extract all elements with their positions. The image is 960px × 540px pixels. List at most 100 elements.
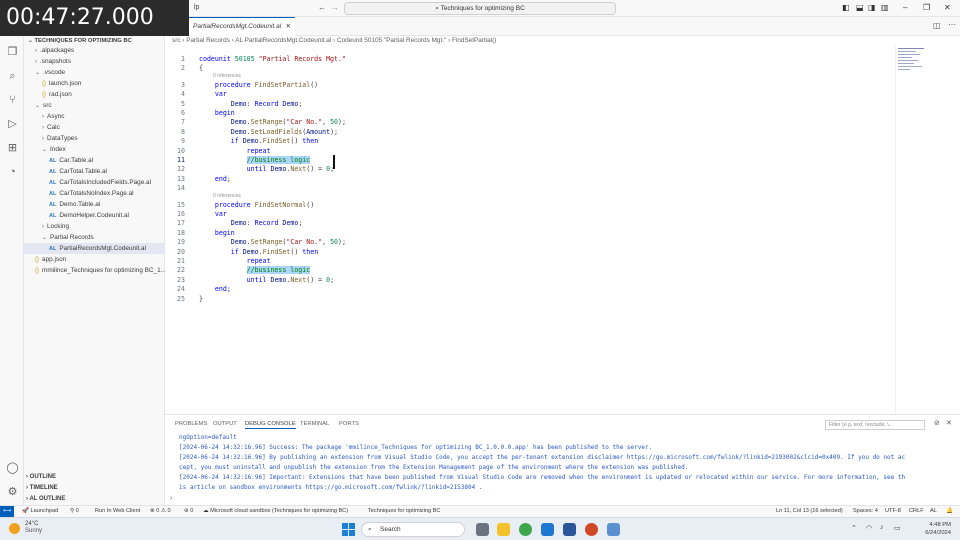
console-prompt-icon[interactable]: › (170, 495, 172, 502)
code-line[interactable]: 21 repeat (165, 257, 865, 266)
tree-folder[interactable]: › Locking (24, 221, 165, 232)
tree-folder[interactable]: › .alpackages (24, 45, 165, 56)
tree-folder[interactable]: ⌄ Index (24, 144, 165, 155)
code-line[interactable]: 17 Demo: Record Demo; (165, 219, 865, 228)
restore-icon[interactable]: ❐ (923, 3, 930, 12)
account-icon[interactable]: ◯ (6, 462, 19, 475)
environment-status[interactable]: ☁ Microsoft cloud sandbox (Techniques fo… (203, 506, 348, 517)
outline-section[interactable]: › OUTLINE (26, 474, 56, 480)
breadcrumb-procedure[interactable]: FindSetPartial() (452, 37, 496, 44)
code-editor[interactable]: 1 codeunit 50105 "Partial Records Mgt." 2{… (165, 46, 895, 414)
tree-folder[interactable]: › Calc (24, 122, 165, 133)
explorer-header[interactable]: ⌄ TECHNIQUES FOR OPTIMIZING BC (28, 38, 132, 44)
vscode-icon[interactable] (541, 523, 554, 536)
weather-widget[interactable]: 24°C Sunny (25, 521, 42, 535)
tree-folder[interactable]: ⌄ .vscode (24, 67, 165, 78)
weather-sun-icon[interactable] (9, 523, 20, 534)
close-window-icon[interactable]: ✕ (944, 3, 951, 12)
back-icon[interactable]: ← (318, 3, 326, 12)
battery-icon[interactable]: ▭ (894, 524, 901, 532)
remote-explorer-icon[interactable]: ◔ (6, 166, 19, 179)
screen-recorder-icon[interactable] (585, 523, 598, 536)
source-control-icon[interactable]: ⑂ (6, 94, 19, 107)
code-line[interactable]: 1 codeunit 50105 "Partial Records Mgt." (165, 55, 865, 64)
tree-file[interactable]: AL CarTotalsIncludedFields.Page.al (24, 177, 165, 188)
wifi-icon[interactable]: ◠ (866, 524, 872, 532)
notifications-bell-icon[interactable]: 🔔 (946, 506, 953, 517)
al-outline-section[interactable]: › AL OUTLINE (26, 496, 65, 502)
code-line[interactable]: 24 end; (165, 285, 865, 294)
run-debug-icon[interactable]: ▷ (6, 118, 19, 131)
code-line[interactable]: 9 if Demo.FindSet() then (165, 137, 865, 146)
customize-layout-icon[interactable]: ▥ (881, 3, 889, 12)
eol-status[interactable]: CRLF (909, 506, 924, 517)
code-line[interactable]: 18 begin (165, 229, 865, 238)
language-mode-status[interactable]: AL (930, 506, 937, 517)
tab-debug-console[interactable]: DEBUG CONSOLE (245, 421, 296, 429)
tab-terminal[interactable]: TERMINAL (300, 421, 329, 427)
toggle-secondary-sidebar-icon[interactable]: ◨ (868, 3, 876, 12)
timeline-section[interactable]: › TIMELINE (26, 485, 58, 491)
tree-file[interactable]: {} mmilince_Techniques for optimizing BC_… (24, 265, 166, 276)
extensions-icon[interactable]: ⊞ (6, 142, 19, 155)
code-line[interactable]: 4 var (165, 90, 865, 99)
code-line[interactable]: 19 Demo.SetRange("Car No.", 50); (165, 238, 865, 247)
manage-gear-icon[interactable]: ⚙ (6, 486, 19, 499)
debug-console-filter-input[interactable]: Filter (e.g. text, !exclude, \... (825, 420, 925, 430)
tree-file[interactable]: AL CarTotalsNoIndex.Page.al (24, 188, 165, 199)
code-line[interactable]: 13 end; (165, 175, 865, 184)
indentation-status[interactable]: Spaces: 4 (853, 506, 878, 517)
tree-file[interactable]: AL Car.Table.al (24, 155, 165, 166)
cursor-position-status[interactable]: Ln 11, Col 13 (16 selected) (776, 506, 843, 517)
code-line[interactable]: 15 procedure FindSetNormal() (165, 201, 865, 210)
task-view-icon[interactable] (476, 523, 489, 536)
tree-folder[interactable]: ⌄ src (24, 100, 165, 111)
tree-file[interactable]: AL DemoHelper.Codeunit.al (24, 210, 165, 221)
problems-status[interactable]: ⊗ 0 ⚠ 0 (150, 506, 171, 517)
menu-help[interactable]: lp (194, 4, 199, 11)
tree-file[interactable]: {} app.json (24, 254, 165, 265)
tree-folder[interactable]: › Async (24, 111, 165, 122)
tree-file[interactable]: {} launch.json (24, 78, 165, 89)
code-line[interactable]: 20 if Demo.FindSet() then (165, 248, 865, 257)
breadcrumb-folder[interactable]: Partial Records (186, 37, 230, 44)
breadcrumb-codeunit[interactable]: Codeunit 50105 "Partial Records Mgt." (337, 37, 446, 44)
split-editor-icon[interactable]: ◫ (933, 21, 941, 30)
tree-folder[interactable]: ⌄ Partial Records (24, 232, 165, 243)
code-line[interactable]: 16 var (165, 210, 865, 219)
code-line[interactable]: 23 until Demo.Next() = 0; (165, 276, 865, 285)
settings-app-icon[interactable] (607, 523, 620, 536)
volume-icon[interactable]: ♪ (880, 524, 884, 531)
toggle-panel-icon[interactable]: ⬓ (856, 3, 864, 12)
tree-file[interactable]: {} rad.json (24, 89, 165, 100)
code-line[interactable]: 11 //business logic (165, 156, 865, 165)
remote-indicator-icon[interactable]: ⟷ (0, 506, 14, 517)
tab-ports[interactable]: PORTS (339, 421, 359, 427)
file-explorer-icon[interactable] (497, 523, 510, 536)
explorer-icon[interactable]: ❐ (6, 46, 19, 59)
taskbar-search-box[interactable]: ⌕ Search (361, 522, 465, 537)
system-tray-chevron-icon[interactable]: ⌃ (851, 524, 857, 532)
workspace-status[interactable]: Techniques for optimizing BC (368, 506, 440, 517)
codelens-references[interactable]: 0 references (213, 193, 241, 200)
tab-output[interactable]: OUTPUT (213, 421, 237, 427)
chrome-icon[interactable] (519, 523, 532, 536)
close-tab-icon[interactable]: ✕ (286, 18, 291, 36)
code-line[interactable]: 25} (165, 295, 865, 304)
code-line[interactable]: 2{ (165, 64, 865, 73)
close-panel-icon[interactable]: ✕ (946, 419, 952, 427)
command-center-search[interactable]: ⌕ Techniques for optimizing BC (344, 2, 616, 15)
breadcrumb-src[interactable]: src (172, 37, 181, 44)
code-line[interactable]: 7 Demo.SetRange("Car No.", 50); (165, 118, 865, 127)
minimap[interactable] (895, 46, 960, 414)
minimize-icon[interactable]: – (903, 3, 907, 12)
encoding-status[interactable]: UTF-8 (885, 506, 901, 517)
tab-problems[interactable]: PROBLEMS (175, 421, 207, 427)
code-line[interactable]: 5 Demo: Record Demo; (165, 100, 865, 109)
code-line[interactable]: 22 //business logic (165, 266, 865, 275)
launchpad-status[interactable]: 🚀 Launchpad (22, 506, 58, 517)
word-icon[interactable] (563, 523, 576, 536)
run-web-client-status[interactable]: Run In Web Client (95, 506, 140, 517)
tree-file[interactable]: AL Demo.Table.al (24, 199, 165, 210)
breadcrumb-file[interactable]: AL PartialRecordsMgt.Codeunit.al (235, 37, 331, 44)
